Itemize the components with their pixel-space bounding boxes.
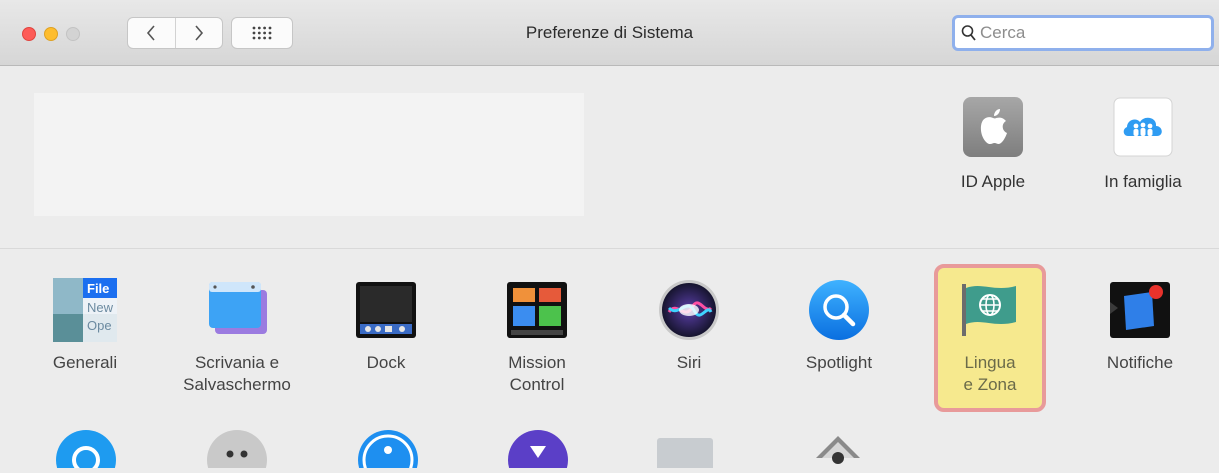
pref-label: Dock [366, 353, 406, 372]
siri-icon [657, 278, 721, 342]
desktop-screensaver-icon [205, 278, 269, 342]
pref-partial-icon[interactable] [806, 428, 870, 468]
profile-placeholder [34, 93, 584, 216]
pref-label: Scrivania e Salvaschermo [183, 353, 291, 394]
pref-label: ID Apple [960, 172, 1026, 191]
general-icon-text: New [87, 300, 114, 315]
pref-partial-icon[interactable] [356, 428, 420, 473]
language-region-icon [958, 278, 1022, 342]
general-icon: File New Ope [53, 278, 117, 342]
apple-id-icon [962, 96, 1024, 158]
pref-general[interactable]: File New Ope Generali [27, 278, 143, 374]
pref-partial-icon[interactable] [655, 428, 719, 473]
account-panel: ID Apple In famiglia [0, 66, 1219, 249]
pref-desktop-screensaver[interactable]: Scrivania e Salvaschermo [179, 278, 295, 396]
notifications-icon [1108, 278, 1172, 342]
mission-control-icon [505, 278, 569, 342]
title-bar: Preferenze di Sistema [0, 0, 1219, 66]
general-icon-text: Ope [87, 318, 112, 333]
pref-partial-icon[interactable] [506, 428, 570, 473]
pref-mission-control[interactable]: Mission Control [479, 278, 595, 396]
dock-icon [354, 278, 418, 342]
search-field[interactable] [952, 15, 1214, 51]
pref-label: Siri [676, 353, 702, 372]
pref-label: Notifiche [1106, 353, 1174, 372]
pref-family-sharing[interactable]: In famiglia [1088, 96, 1198, 192]
pref-notifications[interactable]: Notifiche [1082, 278, 1198, 374]
spotlight-icon [807, 278, 871, 342]
pref-label: Lingua e Zona [963, 353, 1017, 394]
general-icon-text: File [87, 281, 109, 296]
pref-apple-id[interactable]: ID Apple [938, 96, 1048, 192]
search-input[interactable] [980, 23, 1200, 43]
pref-language-region[interactable]: Lingua e Zona [932, 278, 1048, 396]
pref-label: Mission Control [508, 353, 566, 394]
pref-siri[interactable]: Siri [631, 278, 747, 374]
pref-label: Generali [52, 353, 118, 372]
pref-partial-icon[interactable] [54, 428, 118, 473]
pref-spotlight[interactable]: Spotlight [781, 278, 897, 374]
pref-partial-icon[interactable] [205, 428, 269, 473]
pref-dock[interactable]: Dock [328, 278, 444, 374]
pref-label: Spotlight [805, 353, 873, 372]
family-sharing-icon [1112, 96, 1174, 158]
pref-label: In famiglia [1104, 172, 1182, 191]
search-icon [961, 25, 976, 41]
